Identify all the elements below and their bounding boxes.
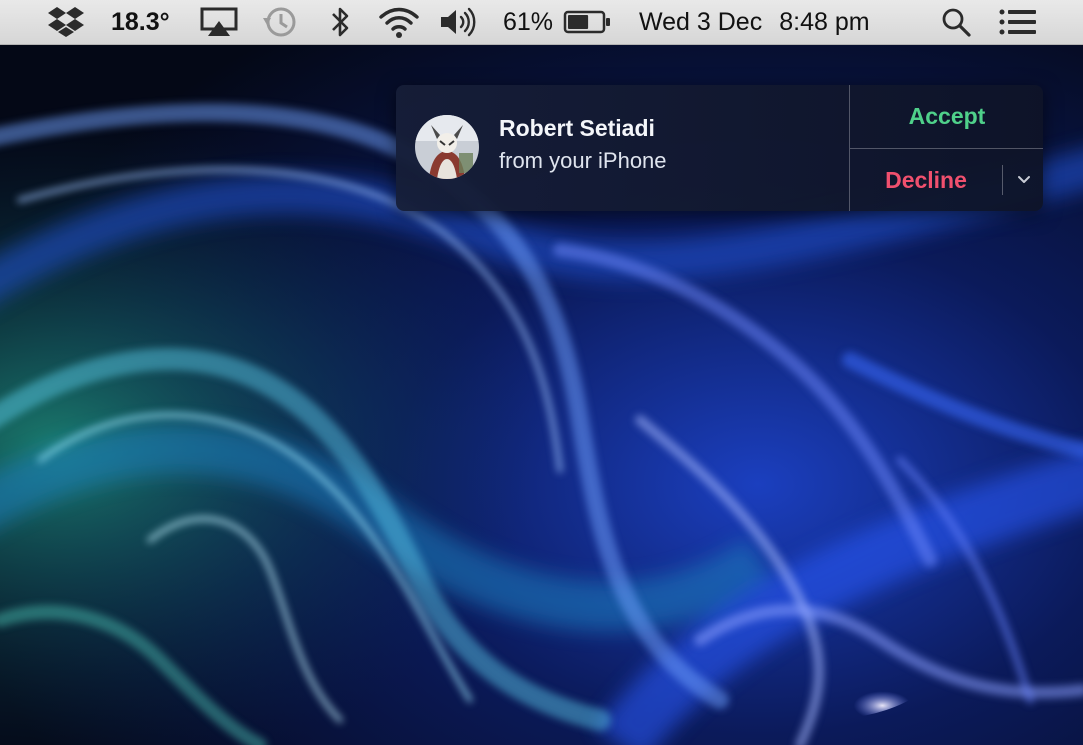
airplay-icon[interactable] <box>200 0 238 44</box>
notification-center-icon[interactable] <box>998 0 1038 44</box>
chevron-down-icon <box>1017 176 1030 183</box>
accept-button[interactable]: Accept <box>850 85 1043 149</box>
battery-level-fill <box>568 15 589 29</box>
time-label: 8:48 pm <box>779 7 870 36</box>
clock[interactable]: Wed 3 Dec 8:48 pm <box>639 0 870 44</box>
call-source-label: from your iPhone <box>499 148 667 173</box>
wifi-icon[interactable] <box>378 0 420 44</box>
decline-button[interactable]: Decline <box>850 149 1002 211</box>
avatar <box>415 115 479 179</box>
battery-icon[interactable] <box>563 0 611 44</box>
decline-options-button[interactable] <box>1003 149 1043 211</box>
incoming-call-notification: Robert Setiadi from your iPhone Accept D… <box>396 85 1043 211</box>
bluetooth-icon[interactable] <box>330 0 352 44</box>
menu-bar: 18.3° 61% Wed 3 Dec 8:48 pm <box>0 0 1083 45</box>
time-machine-icon[interactable] <box>261 0 299 44</box>
date-label: Wed 3 Dec <box>639 7 763 36</box>
caller-name: Robert Setiadi <box>499 115 655 141</box>
temperature-label: 18.3° <box>111 7 170 36</box>
dropbox-icon[interactable] <box>47 0 85 44</box>
spotlight-icon[interactable] <box>940 0 972 44</box>
battery-status[interactable]: 61% <box>503 0 553 44</box>
call-actions: Accept Decline <box>849 85 1043 211</box>
battery-percent-label: 61% <box>503 7 554 36</box>
volume-icon[interactable] <box>439 0 477 44</box>
weather-temperature[interactable]: 18.3° <box>111 0 170 44</box>
